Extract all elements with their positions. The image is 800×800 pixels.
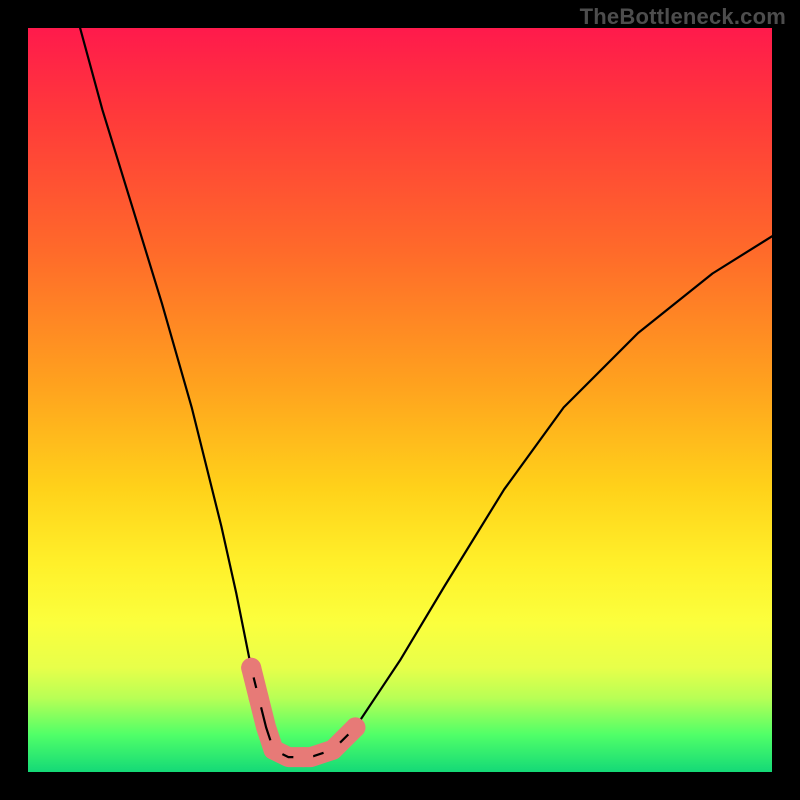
highlight-marker <box>241 658 261 678</box>
highlight-marker <box>323 740 343 760</box>
chart-frame: TheBottleneck.com <box>0 0 800 800</box>
highlight-marker <box>249 688 269 708</box>
highlight-marker <box>264 740 284 760</box>
watermark-text: TheBottleneck.com <box>580 4 786 30</box>
bottleneck-curve <box>80 28 772 757</box>
plot-area <box>28 28 772 772</box>
highlight-marker <box>345 717 365 737</box>
highlight-marker <box>293 747 313 767</box>
chart-svg <box>28 28 772 772</box>
